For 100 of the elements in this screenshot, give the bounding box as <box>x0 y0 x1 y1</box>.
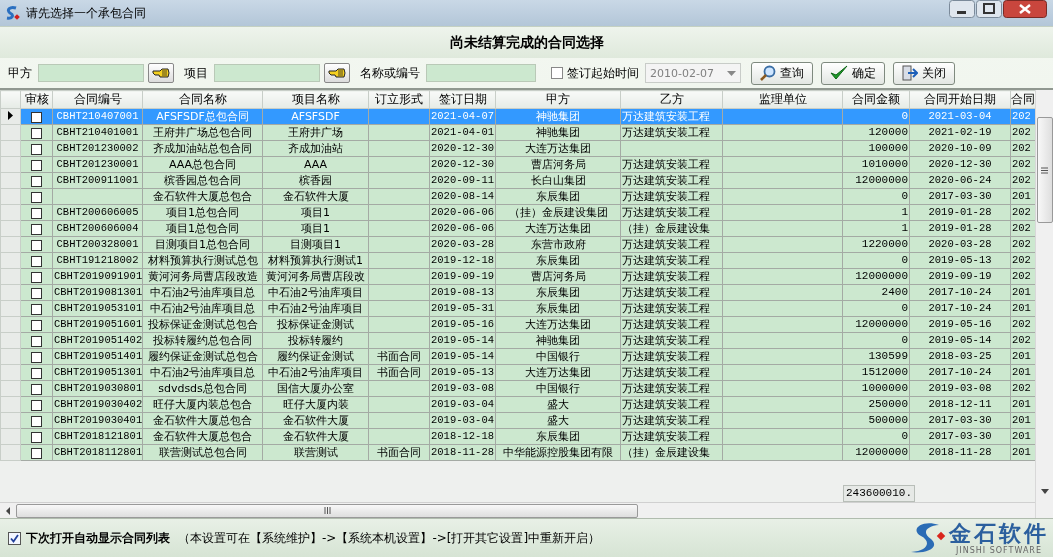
row-checkbox[interactable] <box>31 191 42 203</box>
row-checkbox[interactable] <box>31 175 42 187</box>
column-header[interactable]: 乙方 <box>620 90 723 109</box>
table-cell: 曹店河务局 <box>495 156 621 173</box>
column-header[interactable]: 审核 <box>20 90 53 109</box>
input-field[interactable] <box>38 64 144 82</box>
row-checkbox[interactable] <box>31 239 42 251</box>
table-cell: 2017-10-24 <box>909 300 1011 317</box>
maximize-icon[interactable] <box>976 0 1002 18</box>
column-header[interactable]: 合同金额 <box>842 90 910 109</box>
table-cell: 2020-03-28 <box>429 236 496 253</box>
row-checkbox[interactable] <box>31 127 42 139</box>
column-header[interactable]: 签订日期 <box>429 90 496 109</box>
vertical-scrollbar[interactable] <box>1035 90 1053 518</box>
close-icon[interactable] <box>1003 0 1047 18</box>
scroll-left-icon[interactable] <box>5 506 11 515</box>
table-cell: 黄河河务局曹店段改造 <box>142 268 263 285</box>
scrollbar-thumb[interactable] <box>16 503 638 518</box>
table-cell: 2019-03-08 <box>909 380 1011 397</box>
column-header[interactable]: 合同 <box>1010 90 1035 109</box>
table-cell: 中石油2号油库项目总 <box>142 284 263 301</box>
current-row-icon <box>8 111 13 120</box>
lookup-button[interactable] <box>148 63 174 83</box>
row-checkbox[interactable] <box>31 431 42 443</box>
table-cell: 万达建筑安装工程 <box>620 284 723 301</box>
table-cell: 中石油2号油库项目 <box>262 284 369 301</box>
table-cell: 东营市政府 <box>495 236 621 253</box>
table-cell: 投标转履约总包合同 <box>142 332 263 349</box>
column-header[interactable]: 项目名称 <box>262 90 369 109</box>
lookup-button[interactable] <box>324 63 350 83</box>
row-checkbox[interactable] <box>31 271 42 283</box>
table-cell: 2021-04-07 <box>429 108 496 125</box>
dropdown-icon[interactable] <box>727 70 736 76</box>
table-cell: 大连万达集团 <box>495 140 621 157</box>
row-checkbox[interactable] <box>31 415 42 427</box>
table-cell: 万达建筑安装工程 <box>620 204 723 221</box>
table-cell: 1512000 <box>842 364 910 381</box>
close-button[interactable]: 关闭 <box>893 61 955 85</box>
table-cell: CBHT200328001 <box>52 236 143 253</box>
table-cell: 2017-03-30 <box>909 428 1011 445</box>
row-checkbox[interactable] <box>31 335 42 347</box>
row-checkbox[interactable] <box>31 351 42 363</box>
row-checkbox[interactable] <box>31 223 42 235</box>
input-field[interactable] <box>426 64 536 82</box>
scrollbar-thumb[interactable] <box>1036 117 1053 223</box>
table-cell: 神驰集团 <box>495 332 621 349</box>
confirm-button[interactable]: 确定 <box>821 61 885 85</box>
date-checkbox[interactable] <box>551 67 563 79</box>
row-checkbox[interactable] <box>31 399 42 411</box>
table-cell: 金石软件大厦 <box>262 412 369 429</box>
table-cell: 万达建筑安装工程 <box>620 316 723 333</box>
scroll-down-icon[interactable] <box>1040 489 1049 494</box>
row-checkbox[interactable] <box>31 111 42 123</box>
column-header[interactable]: 合同名称 <box>142 90 263 109</box>
row-checkbox[interactable] <box>31 159 42 171</box>
table-cell: 王府井广场 <box>262 124 369 141</box>
table-cell: 国信大厦办公室 <box>262 380 369 397</box>
row-checkbox[interactable] <box>31 383 42 395</box>
column-header[interactable]: 合同开始日期 <box>909 90 1011 109</box>
table-cell: CBHT2019030401 <box>52 412 143 429</box>
table-cell: 0 <box>842 428 910 445</box>
table-cell: 万达建筑安装工程 <box>620 172 723 189</box>
search-button[interactable]: 查询 <box>751 61 813 85</box>
auto-show-checkbox[interactable] <box>8 531 21 545</box>
column-header[interactable]: 监理单位 <box>722 90 843 109</box>
table-cell: 2020-08-14 <box>429 188 496 205</box>
table-cell: 履约保证金测试 <box>262 348 369 365</box>
column-header[interactable]: 甲方 <box>495 90 621 109</box>
checkbox-label[interactable]: 下次打开自动显示合同列表 <box>26 529 170 547</box>
table-cell: 1010000 <box>842 156 910 173</box>
table-cell: 2018-11-28 <box>909 444 1011 461</box>
row-checkbox[interactable] <box>31 367 42 379</box>
table-cell: 12000000 <box>842 444 910 461</box>
table-cell: 大连万达集团 <box>495 364 621 381</box>
table-cell: 书面合同 <box>368 348 430 365</box>
horizontal-scrollbar[interactable] <box>0 502 1035 518</box>
row-checkbox[interactable] <box>31 255 42 267</box>
table-cell: 120000 <box>842 124 910 141</box>
table-cell: （挂）金辰建设集团 <box>495 204 621 221</box>
column-header[interactable]: 合同编号 <box>52 90 143 109</box>
row-checkbox[interactable] <box>31 207 42 219</box>
column-header[interactable]: 订立形式 <box>368 90 430 109</box>
row-checkbox[interactable] <box>31 287 42 299</box>
table-cell: 中国银行 <box>495 348 621 365</box>
minimize-icon[interactable] <box>949 0 975 18</box>
table-cell: 2019-03-04 <box>429 396 496 413</box>
row-checkbox[interactable] <box>31 447 42 459</box>
table-cell: 神驰集团 <box>495 124 621 141</box>
input-field[interactable] <box>214 64 320 82</box>
row-checkbox[interactable] <box>31 319 42 331</box>
table-cell: 项目1总包合同 <box>142 220 263 237</box>
table-cell: 投标保证金测试 <box>262 316 369 333</box>
table-cell: 中石油2号油库项目总 <box>142 364 263 381</box>
row-checkbox[interactable] <box>31 303 42 315</box>
table-cell: 1 <box>842 220 910 237</box>
grip-icon <box>323 507 331 514</box>
table-cell: 投标转履约 <box>262 332 369 349</box>
table-cell: 万达建筑安装工程 <box>620 188 723 205</box>
row-checkbox[interactable] <box>31 143 42 155</box>
date-field[interactable]: 2010-02-07 <box>645 63 741 83</box>
